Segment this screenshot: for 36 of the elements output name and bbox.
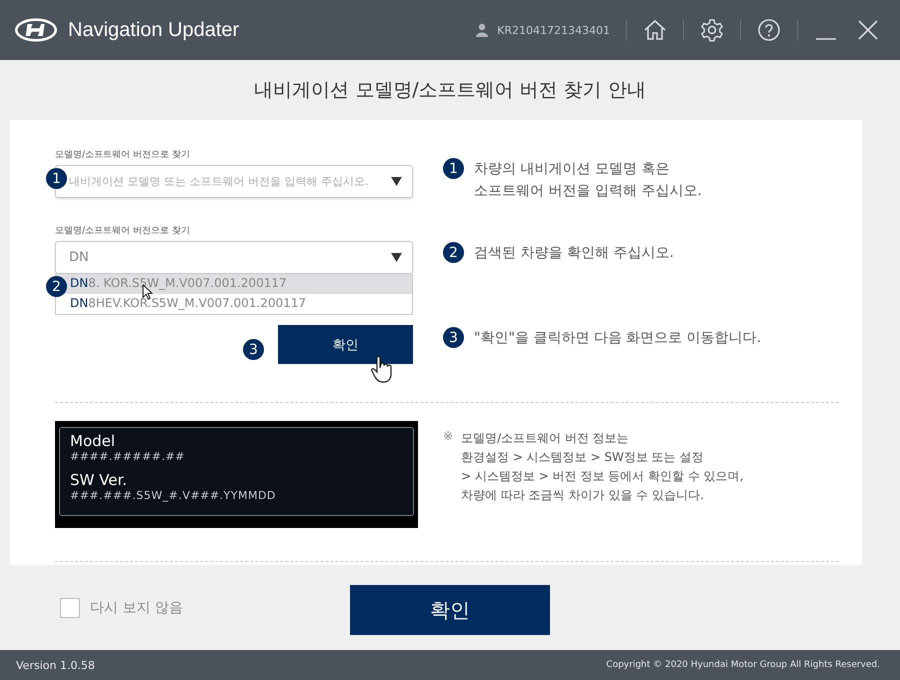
caret-icon	[391, 253, 402, 262]
step-badge: 1	[443, 158, 464, 179]
step-badge: 1	[46, 168, 67, 189]
app-title: Navigation Updater	[68, 18, 240, 42]
caret-icon	[391, 177, 402, 186]
version-label: SW Ver.	[70, 470, 128, 488]
model-format: ####.#####.##	[70, 450, 186, 462]
version-format: ###.###.S5W_#.V###.YYMMDD	[70, 488, 277, 502]
checkbox[interactable]	[60, 598, 80, 618]
field-label: 모델명/소프트웨어 버전으로 찾기	[55, 225, 191, 237]
field-label: 모델명/소프트웨어 버전으로 찾기	[55, 149, 191, 161]
user-icon	[475, 23, 490, 37]
version-text: Version 1.0.58	[16, 658, 95, 672]
step-badge: 2	[46, 276, 67, 297]
home-icon[interactable]	[643, 18, 667, 42]
page-title: 내비게이션 모델명/소프트웨어 버전 찾기 안내	[254, 78, 646, 103]
close-icon[interactable]	[856, 18, 880, 42]
settings-icon[interactable]	[700, 18, 724, 42]
note-mark: ※	[443, 429, 454, 445]
step-badge: 3	[243, 339, 264, 360]
confirm-button[interactable]: 확인	[350, 585, 550, 635]
user-id: KR21041721343401	[497, 24, 610, 36]
step-text: "확인"을 클릭하면 다음 화면으로 이동합니다.	[474, 329, 762, 348]
step-text: 차량의 내비게이션 모델명 혹은 소프트웨어 버전을 입력해 주십시오.	[474, 160, 702, 201]
dropdown-item[interactable]: DN8HEV.KOR.S5W_M.V007.001.200117	[56, 294, 412, 314]
step-badge: 2	[443, 242, 464, 263]
note-text: 모델명/소프트웨어 버전 정보는 환경설정 > 시스템정보 > SW정보 또는 설정 > 시스템정보 > 버전 정보 등에서 확인할 수 있으며, 차량에 따라 조금씩 차이가 있을 수 있습니다.	[461, 430, 744, 504]
model-label: Model	[70, 432, 116, 450]
confirm-button[interactable]: 확인	[278, 325, 413, 364]
copyright-text: Copyright © 2020 Hyundai Motor Group All Rights Reserved.	[606, 660, 880, 670]
search-field[interactable]: DN	[55, 241, 413, 274]
logo-icon	[14, 18, 58, 42]
checkbox-label: 다시 보지 않음	[90, 598, 183, 616]
step-badge: 3	[443, 327, 464, 348]
help-icon[interactable]	[757, 18, 781, 42]
step-text: 검색된 차량을 확인해 주십시오.	[474, 244, 674, 263]
